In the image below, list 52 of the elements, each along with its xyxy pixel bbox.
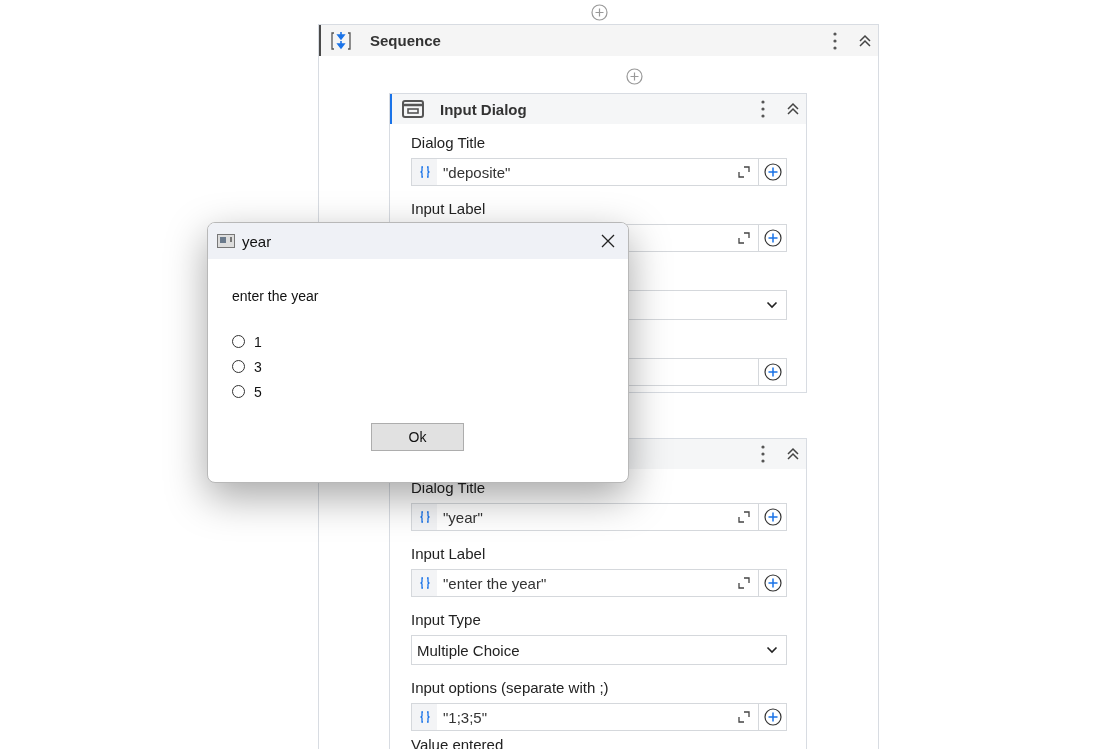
braces-icon [419, 511, 430, 523]
field-label: Input Label [411, 545, 486, 562]
expression-field[interactable]: "1;3;5" [411, 703, 759, 731]
add-button[interactable] [759, 569, 787, 597]
expand-icon[interactable] [738, 166, 750, 178]
collapse-icon[interactable] [786, 102, 800, 116]
more-icon[interactable] [760, 99, 766, 119]
card-title: Input Dialog [440, 100, 527, 118]
collapse-icon[interactable] [858, 33, 872, 48]
sequence-icon [330, 30, 352, 51]
expand-icon[interactable] [738, 711, 750, 723]
radio-option[interactable]: 3 [232, 357, 292, 376]
field-label: Input options (separate with ;) [411, 679, 609, 696]
radio-option[interactable]: 1 [232, 332, 292, 351]
expression-field[interactable]: "deposite" [411, 158, 759, 186]
chevron-down-icon [766, 646, 778, 654]
add-button[interactable] [759, 503, 787, 531]
add-button[interactable] [759, 158, 787, 186]
close-icon[interactable] [601, 234, 615, 248]
field-value: "1;3;5" [443, 708, 487, 726]
dialog-title: year [242, 232, 272, 250]
add-button[interactable] [759, 224, 787, 252]
collapse-icon[interactable] [786, 447, 800, 461]
add-icon[interactable] [590, 3, 608, 21]
radio-option[interactable]: 5 [232, 382, 292, 401]
window-icon [402, 100, 424, 118]
expand-icon[interactable] [738, 577, 750, 589]
more-icon[interactable] [760, 444, 766, 464]
field-value: "year" [443, 508, 483, 526]
expression-field[interactable]: "year" [411, 503, 759, 531]
dialog-prompt: enter the year [232, 287, 320, 306]
field-value: "deposite" [443, 163, 511, 181]
braces-icon [419, 577, 430, 589]
add-button[interactable] [759, 358, 787, 386]
expression-field[interactable]: "enter the year" [411, 569, 759, 597]
add-icon[interactable] [625, 67, 643, 85]
expand-icon[interactable] [738, 232, 750, 244]
field-label: Input Type [411, 611, 481, 628]
dropdown-field[interactable]: Multiple Choice [411, 635, 787, 665]
chevron-down-icon [766, 301, 778, 309]
braces-icon [419, 711, 430, 723]
window-icon [217, 234, 235, 248]
field-label: Dialog Title [411, 479, 486, 496]
ok-button[interactable]: Ok [371, 423, 464, 451]
expand-icon[interactable] [738, 511, 750, 523]
braces-icon [419, 166, 430, 178]
sequence-title: Sequence [370, 32, 441, 49]
field-value: "enter the year" [443, 574, 547, 592]
field-label: Dialog Title [411, 134, 486, 151]
more-icon[interactable] [832, 30, 838, 51]
add-button[interactable] [759, 703, 787, 731]
field-label: Input Label [411, 200, 486, 217]
